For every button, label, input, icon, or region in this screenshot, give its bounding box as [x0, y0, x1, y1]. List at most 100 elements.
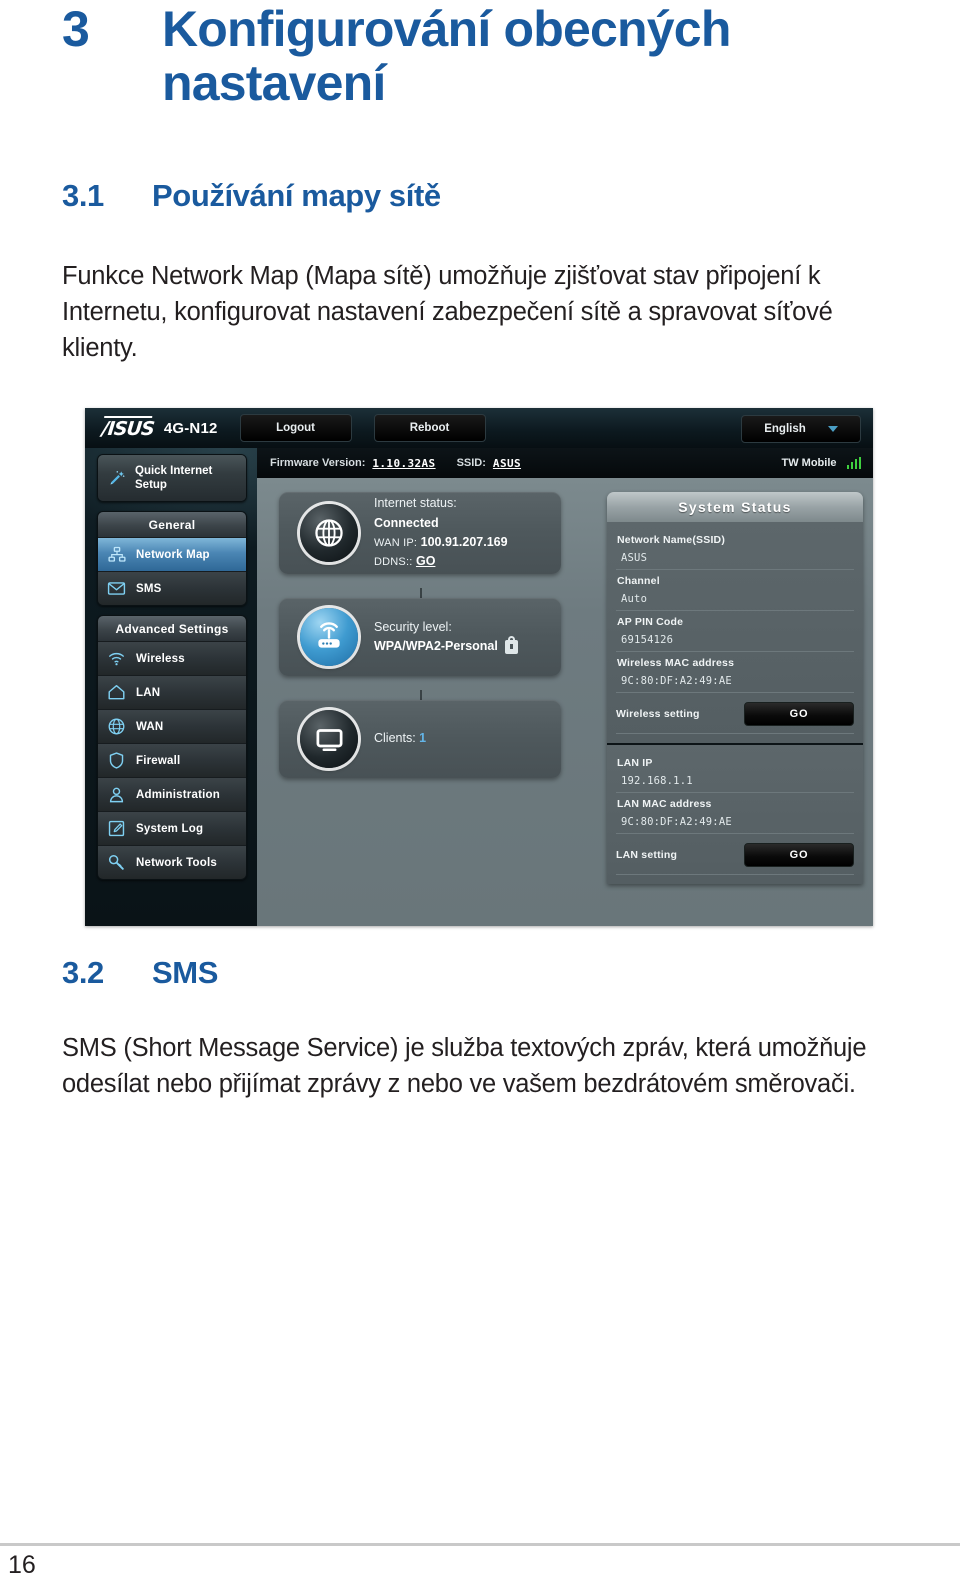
section-paragraph-3-2: SMS (Short Message Service) je služba te… — [62, 1034, 867, 1099]
envelope-icon — [106, 578, 127, 599]
user-icon — [106, 784, 127, 805]
ddns-go-link[interactable]: GO — [416, 554, 435, 568]
router-admin-screenshot: /ISUS 4G-N12 Logout Reboot English Firmw… — [85, 408, 873, 926]
clients-card[interactable]: Clients: 1 — [279, 700, 561, 778]
lan-setting-row: LAN setting GO — [616, 843, 854, 875]
ssid-field-value: ASUS — [616, 549, 854, 570]
lock-icon — [504, 635, 518, 654]
channel-field-value: Auto — [616, 590, 854, 611]
sidebar-item-network-map[interactable]: Network Map — [98, 537, 246, 571]
ssid-value: ASUS — [492, 456, 522, 470]
ddns-label: DDNS:: — [374, 556, 413, 569]
signal-strength-icon — [846, 457, 861, 469]
clients-count: 1 — [419, 731, 427, 746]
lan-ip-field-label: LAN IP — [617, 757, 653, 769]
ap-pin-field-value: 69154126 — [616, 631, 854, 652]
wifi-icon — [106, 648, 127, 669]
lan-ip-field-value: 192.168.1.1 — [616, 772, 854, 793]
wireless-label: Wireless — [136, 652, 185, 665]
system-status-column: System Status Network Name(SSID) ASUS Ch… — [607, 492, 873, 926]
section-heading-3-2: 3.2 SMS — [62, 955, 218, 991]
reboot-button[interactable]: Reboot — [373, 414, 486, 442]
security-level-value: WPA/WPA2-Personal — [374, 639, 498, 653]
ap-pin-field-label: AP PIN Code — [617, 616, 684, 628]
ssid-field-label: Network Name(SSID) — [617, 534, 726, 546]
section-number-3-2: 3.2 — [62, 955, 104, 990]
section-heading-3-1: 3.1 Používání mapy sítě — [62, 178, 441, 214]
sidebar-item-system-log[interactable]: System Log — [98, 811, 246, 845]
administration-label: Administration — [136, 788, 220, 801]
wireless-setting-row: Wireless setting GO — [616, 702, 854, 734]
shield-icon — [106, 750, 127, 771]
magic-wand-icon — [106, 468, 127, 489]
wireless-mac-field-value: 9C:80:DF:A2:49:AE — [616, 672, 854, 693]
wireless-setting-label: Wireless setting — [616, 708, 700, 720]
network-map-column: Internet status: Connected WAN IP: 100.9… — [257, 492, 607, 926]
system-status-panel: System Status Network Name(SSID) ASUS Ch… — [607, 492, 863, 884]
router-model-name: 4G-N12 — [163, 419, 218, 437]
internet-status-value: Connected — [374, 515, 439, 530]
section-title-3-1: Používání mapy sítě — [152, 178, 441, 213]
router-content-area: Internet status: Connected WAN IP: 100.9… — [257, 478, 873, 926]
clients-label: Clients: — [374, 731, 416, 746]
wan-ip-label: WAN IP: — [374, 537, 418, 549]
wan-ip-value: 100.91.207.169 — [420, 535, 508, 549]
ssid-label: SSID: — [456, 457, 486, 469]
security-level-card[interactable]: Security level: WPA/WPA2-Personal — [279, 598, 561, 676]
general-group-title: General — [98, 512, 246, 537]
sidebar-item-lan[interactable]: LAN — [98, 675, 246, 709]
network-map-icon — [106, 544, 127, 565]
sms-label: SMS — [136, 582, 162, 595]
lan-setting-go-button[interactable]: GO — [744, 843, 854, 867]
internet-status-card[interactable]: Internet status: Connected WAN IP: 100.9… — [279, 492, 561, 574]
asus-logo: /ISUS — [100, 417, 155, 440]
sidebar-item-wan[interactable]: WAN — [98, 709, 246, 743]
chapter-number: 3 — [62, 1, 90, 57]
firmware-version-value: 1.10.32AS — [372, 456, 436, 470]
quick-setup-group: Quick Internet Setup — [97, 454, 247, 502]
wireless-setting-go-button[interactable]: GO — [744, 702, 854, 726]
monitor-icon — [300, 710, 358, 768]
security-level-text: Security level: WPA/WPA2-Personal — [374, 618, 518, 657]
router-signal-icon — [300, 608, 358, 666]
network-tools-label: Network Tools — [136, 856, 217, 869]
lan-setting-label: LAN setting — [616, 849, 678, 861]
internet-status-text: Internet status: Connected WAN IP: 100.9… — [374, 494, 508, 572]
chapter-heading: 3 Konfigurování obecných nastavení — [62, 2, 882, 110]
brand-area: /ISUS 4G-N12 — [100, 417, 218, 440]
lan-status-section: LAN IP 192.168.1.1 LAN MAC address 9C:80… — [607, 743, 863, 884]
footer-divider — [0, 1543, 960, 1546]
advanced-menu-group: Advanced Settings Wireless LAN WAN Firew… — [97, 615, 247, 880]
router-sidebar: Quick Internet Setup General Network Map — [97, 454, 247, 889]
sidebar-item-quick-internet-setup[interactable]: Quick Internet Setup — [98, 455, 246, 501]
channel-field-label: Channel — [617, 575, 660, 587]
language-label: English — [764, 423, 806, 435]
lan-mac-field-value: 9C:80:DF:A2:49:AE — [616, 813, 854, 834]
sidebar-item-firewall[interactable]: Firewall — [98, 743, 246, 777]
language-dropdown[interactable]: English — [741, 415, 861, 443]
home-icon — [106, 682, 127, 703]
wireless-mac-field-label: Wireless MAC address — [617, 657, 735, 669]
firewall-label: Firewall — [136, 754, 181, 767]
logout-button[interactable]: Logout — [239, 414, 352, 442]
sidebar-item-sms[interactable]: SMS — [98, 571, 246, 605]
sidebar-item-wireless[interactable]: Wireless — [98, 641, 246, 675]
router-header-bar: /ISUS 4G-N12 Logout Reboot English — [85, 408, 873, 448]
wrench-icon — [106, 852, 127, 873]
firmware-info-strip: Firmware Version: 1.10.32AS SSID: ASUS T… — [257, 448, 873, 478]
advanced-group-title: Advanced Settings — [98, 616, 246, 641]
page-number: 16 — [8, 1551, 36, 1579]
sidebar-item-administration[interactable]: Administration — [98, 777, 246, 811]
globe-status-icon — [300, 504, 358, 562]
clients-text: Clients: 1 — [374, 729, 426, 748]
globe-icon — [106, 716, 127, 737]
sidebar-item-network-tools[interactable]: Network Tools — [98, 845, 246, 879]
chapter-title: Konfigurování obecných nastavení — [162, 1, 731, 111]
section-number-3-1: 3.1 — [62, 178, 104, 213]
edit-document-icon — [106, 818, 127, 839]
wireless-status-section: Network Name(SSID) ASUS Channel Auto AP … — [607, 522, 863, 743]
section-title-3-2: SMS — [152, 955, 218, 990]
system-log-label: System Log — [136, 822, 204, 835]
internet-status-label: Internet status: — [374, 496, 457, 511]
network-map-label: Network Map — [136, 548, 210, 561]
